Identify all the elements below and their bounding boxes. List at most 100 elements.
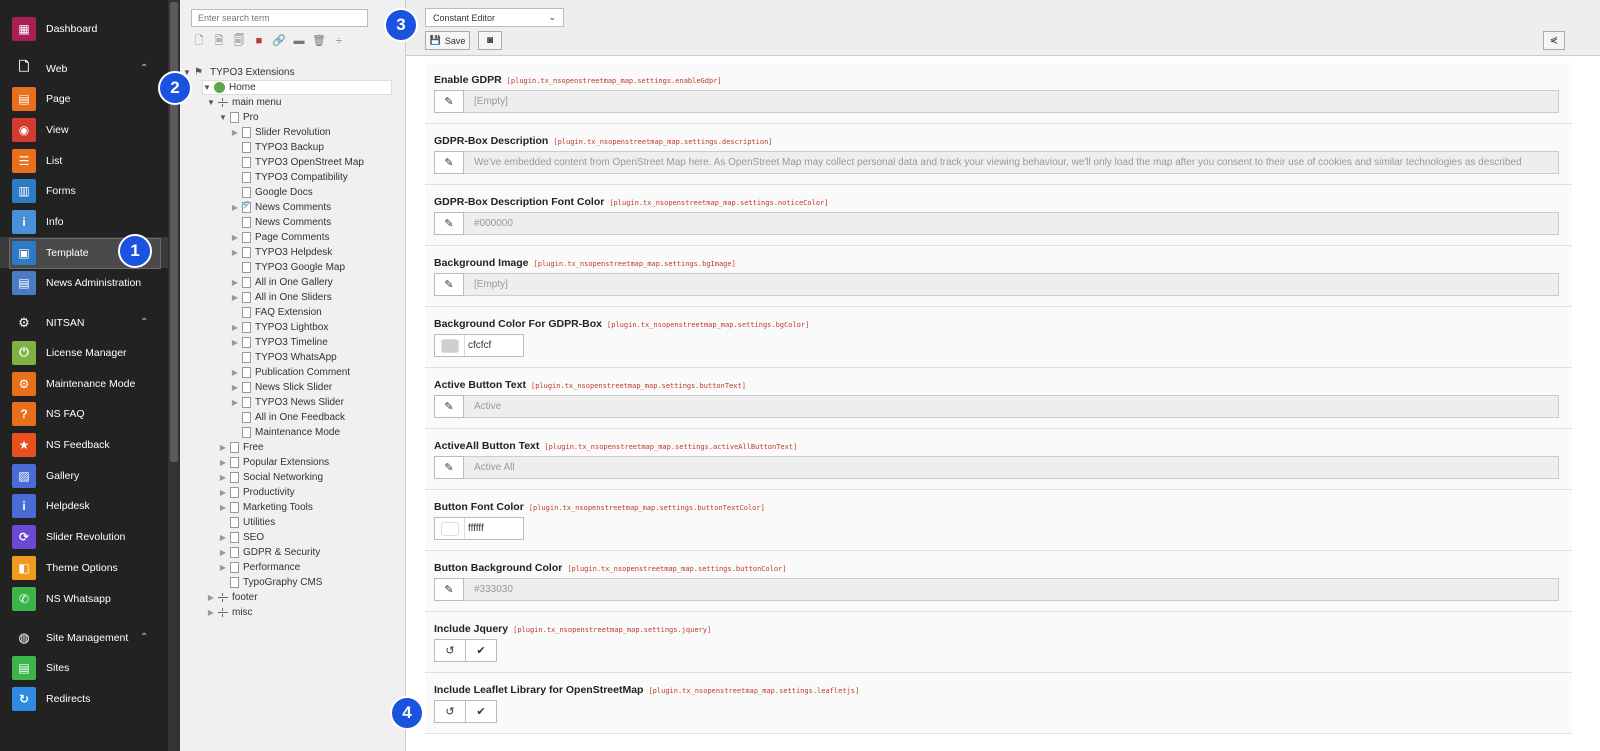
caret-right-icon[interactable]: ▶ bbox=[230, 128, 240, 137]
caret-right-icon[interactable]: ▶ bbox=[230, 203, 240, 212]
tree-node[interactable]: ▶ TYPO3 News Slider bbox=[230, 395, 344, 410]
caret-right-icon[interactable]: ▶ bbox=[230, 248, 240, 257]
tree-node[interactable]: ▶ misc bbox=[206, 605, 253, 620]
sidebar-item-news-administration[interactable]: ▤ News Administration bbox=[0, 267, 168, 298]
tree-node[interactable]: ▶ Free bbox=[218, 440, 264, 455]
sidebar-scrollbar[interactable] bbox=[168, 0, 180, 751]
tree-node[interactable]: ▶ News Comments bbox=[230, 200, 331, 215]
sidebar-item-nitsan[interactable]: ⚙ NITSAN ⌃ bbox=[0, 307, 168, 338]
tree-node[interactable]: TYPO3 OpenStreet Map bbox=[230, 155, 364, 170]
view-page-button[interactable]: ◙ bbox=[478, 31, 502, 50]
separator-icon[interactable]: ÷ bbox=[332, 34, 346, 48]
sidebar-item-ns-faq[interactable]: ? NS FAQ bbox=[0, 398, 168, 429]
sidebar-item-site-management[interactable]: ◍ Site Management ⌃ bbox=[0, 622, 168, 653]
sidebar-item-page[interactable]: ▤ Page bbox=[0, 83, 168, 114]
edit-button[interactable]: ✎ bbox=[434, 578, 464, 601]
tree-node[interactable]: ▶ Page Comments bbox=[230, 230, 329, 245]
tree-node[interactable]: TYPO3 Compatibility bbox=[230, 170, 348, 185]
sidebar-item-gallery[interactable]: ▨ Gallery bbox=[0, 460, 168, 491]
edit-button[interactable]: ✎ bbox=[434, 90, 464, 113]
caret-down-icon[interactable]: ▼ bbox=[202, 83, 212, 92]
tree-node[interactable]: ▶ Publication Comment bbox=[230, 365, 350, 380]
tree-node[interactable]: Utilities bbox=[218, 515, 275, 530]
new-page-icon[interactable]: 🗋 bbox=[192, 34, 206, 48]
tree-node[interactable]: Google Docs bbox=[230, 185, 313, 200]
sidebar-item-theme-options[interactable]: ◧ Theme Options bbox=[0, 552, 168, 583]
sidebar-item-ns-whatsapp[interactable]: ✆ NS Whatsapp bbox=[0, 583, 168, 614]
field-value-input[interactable]: We've embedded content from OpenStreet M… bbox=[464, 151, 1559, 174]
color-picker[interactable]: ffffff bbox=[434, 517, 524, 540]
tree-node[interactable]: TYPO3 Google Map bbox=[230, 260, 345, 275]
tree-node[interactable]: ▶ Productivity bbox=[218, 485, 295, 500]
caret-right-icon[interactable]: ▶ bbox=[230, 233, 240, 242]
edit-button[interactable]: ✎ bbox=[434, 273, 464, 296]
tree-node[interactable]: News Comments bbox=[230, 215, 331, 230]
tree-node[interactable]: ▶ TYPO3 Lightbox bbox=[230, 320, 328, 335]
tree-node[interactable]: ▶ Slider Revolution bbox=[230, 125, 331, 140]
caret-right-icon[interactable]: ▶ bbox=[230, 323, 240, 332]
new-shortcut-icon[interactable]: 🗐 bbox=[232, 34, 246, 48]
caret-down-icon[interactable]: ▼ bbox=[206, 98, 216, 107]
caret-right-icon[interactable]: ▶ bbox=[230, 338, 240, 347]
sidebar-item-list[interactable]: ☰ List bbox=[0, 145, 168, 176]
sidebar-item-redirects[interactable]: ↻ Redirects bbox=[0, 683, 168, 714]
edit-button[interactable]: ✎ bbox=[434, 212, 464, 235]
caret-right-icon[interactable]: ▶ bbox=[230, 398, 240, 407]
field-value-input[interactable]: [Empty] bbox=[464, 90, 1559, 113]
tree-node[interactable]: ▼ Home bbox=[202, 80, 256, 95]
tree-node[interactable]: ▶ TYPO3 Timeline bbox=[230, 335, 328, 350]
chevron-up-icon[interactable]: ⌃ bbox=[140, 63, 148, 74]
caret-right-icon[interactable]: ▶ bbox=[230, 278, 240, 287]
reset-icon[interactable]: ↺ bbox=[435, 701, 466, 722]
sidebar-item-helpdesk[interactable]: i Helpdesk bbox=[0, 490, 168, 521]
trash-icon[interactable]: 🗑 bbox=[312, 34, 326, 48]
tree-node[interactable]: TYPO3 Backup bbox=[230, 140, 324, 155]
sidebar-item-forms[interactable]: ▥ Forms bbox=[0, 175, 168, 206]
tree-node[interactable]: ▶ News Slick Slider bbox=[230, 380, 332, 395]
tree-node[interactable]: ▶ Social Networking bbox=[218, 470, 323, 485]
checkmark-icon[interactable]: ✔ bbox=[466, 640, 496, 661]
caret-right-icon[interactable]: ▶ bbox=[218, 533, 228, 542]
folder-icon[interactable]: ▬ bbox=[292, 34, 306, 48]
tree-node[interactable]: All in One Feedback bbox=[230, 410, 345, 425]
field-value-input[interactable]: #333030 bbox=[464, 578, 1559, 601]
tree-node[interactable]: Maintenance Mode bbox=[230, 425, 340, 440]
edit-button[interactable]: ✎ bbox=[434, 151, 464, 174]
save-button[interactable]: 💾 Save bbox=[425, 31, 470, 50]
reset-icon[interactable]: ↺ bbox=[435, 640, 466, 661]
tree-node[interactable]: ▶ Popular Extensions bbox=[218, 455, 329, 470]
sidebar-item-slider-revolution[interactable]: ⟳ Slider Revolution bbox=[0, 521, 168, 552]
caret-right-icon[interactable]: ▶ bbox=[218, 488, 228, 497]
color-picker[interactable]: cfcfcf bbox=[434, 334, 524, 357]
caret-right-icon[interactable]: ▶ bbox=[218, 563, 228, 572]
tree-node[interactable]: TYPO3 WhatsApp bbox=[230, 350, 337, 365]
sidebar-item-web[interactable]: 🗋 Web ⌃ bbox=[0, 53, 168, 84]
color-value[interactable]: ffffff bbox=[465, 523, 484, 534]
new-sysfolder-icon[interactable]: 🗎 bbox=[212, 34, 226, 48]
checkmark-icon[interactable]: ✔ bbox=[466, 701, 496, 722]
tree-node[interactable]: FAQ Extension bbox=[230, 305, 322, 320]
caret-right-icon[interactable]: ▶ bbox=[218, 443, 228, 452]
sidebar-item-view[interactable]: ◉ View bbox=[0, 114, 168, 145]
tree-node[interactable]: ▶ TYPO3 Helpdesk bbox=[230, 245, 332, 260]
caret-right-icon[interactable]: ▶ bbox=[230, 383, 240, 392]
link-icon[interactable]: 🔗 bbox=[272, 34, 286, 48]
caret-right-icon[interactable]: ▶ bbox=[230, 368, 240, 377]
sidebar-item-license-manager[interactable]: ⏻ License Manager bbox=[0, 337, 168, 368]
tree-node[interactable]: ▶ All in One Sliders bbox=[230, 290, 332, 305]
edit-button[interactable]: ✎ bbox=[434, 395, 464, 418]
caret-down-icon[interactable]: ▼ bbox=[218, 113, 228, 122]
tree-node[interactable]: ▶ footer bbox=[206, 590, 258, 605]
function-select[interactable]: Constant Editor ⌄ bbox=[425, 8, 564, 27]
color-swatch[interactable] bbox=[435, 335, 465, 356]
field-value-input[interactable]: #000000 bbox=[464, 212, 1559, 235]
tree-node[interactable]: ▼ Pro bbox=[218, 110, 259, 125]
color-swatch[interactable] bbox=[435, 518, 465, 539]
new-page-red-icon[interactable]: ■ bbox=[252, 34, 266, 48]
tree-node[interactable]: ▶ GDPR & Security bbox=[218, 545, 320, 560]
field-value-input[interactable]: [Empty] bbox=[464, 273, 1559, 296]
chevron-up-icon[interactable]: ⌃ bbox=[140, 317, 148, 328]
sidebar-item-info[interactable]: i Info bbox=[0, 206, 168, 237]
sidebar-item-ns-feedback[interactable]: ★ NS Feedback bbox=[0, 429, 168, 460]
field-value-input[interactable]: Active bbox=[464, 395, 1559, 418]
